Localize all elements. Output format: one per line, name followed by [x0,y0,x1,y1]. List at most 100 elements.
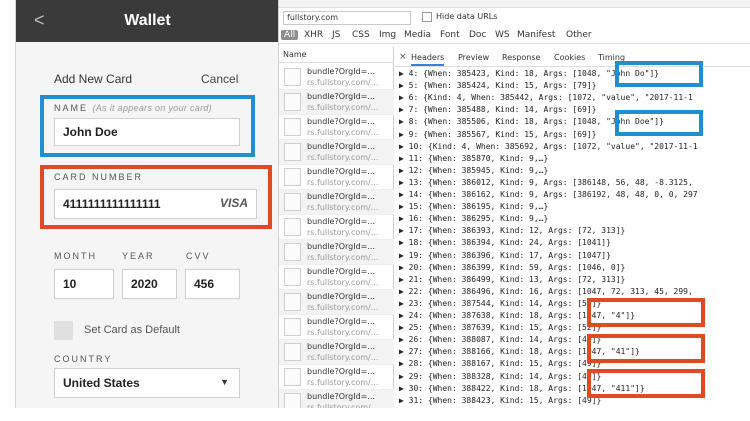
country-label: COUNTRY [54,354,113,364]
name-label: NAME (As it appears on your card) [54,103,212,113]
log-entry[interactable]: ▶ 31: {When: 388423, Kind: 15, Args: [49… [399,396,601,405]
log-entry[interactable]: ▶ 9: {When: 385567, Kind: 15, Args: [69]… [399,130,596,139]
log-entry[interactable]: ▶ 7: {When: 385488, Kind: 14, Args: [69]… [399,105,596,114]
type-xhr[interactable]: XHR [304,30,323,40]
log-entry[interactable]: ▶ 10: {Kind: 4, When: 385692, Args: [107… [399,142,698,151]
wallet-header: < Wallet [16,0,278,42]
log-entry[interactable]: ▶ 13: {When: 386012, Kind: 9, Args: [386… [399,178,693,187]
name-column-header[interactable]: Name [279,47,394,63]
close-icon[interactable]: × [399,52,407,62]
request-domain: rs.fullstory.com/... [307,278,379,287]
country-value: United States [63,376,140,390]
type-other[interactable]: Other [566,30,592,40]
file-icon [284,193,301,211]
log-entry[interactable]: ▶ 17: {When: 386393, Kind: 12, Args: [72… [399,226,625,235]
john-do-highlight [615,61,703,87]
year-field[interactable]: 2020 [122,269,177,299]
name-label-text: NAME [54,103,89,113]
name-field[interactable]: John Doe [54,118,240,146]
file-icon [284,368,301,386]
type-css[interactable]: CSS [352,30,370,40]
wallet-title: Wallet [124,12,171,29]
request-name: bundle?OrgId=... [307,167,375,176]
file-icon [284,168,301,186]
request-row[interactable]: bundle?OrgId=... rs.fullstory.com/... [279,115,394,140]
type-all[interactable]: All [281,30,299,40]
request-name: bundle?OrgId=... [307,342,375,351]
log-entry[interactable]: ▶ 16: {When: 386295, Kind: 9,…} [399,214,548,223]
request-row[interactable]: bundle?OrgId=... rs.fullstory.com/... [279,90,394,115]
john-doe-highlight [615,110,703,136]
type-manifest[interactable]: Manifest [517,30,555,40]
log-entry[interactable]: ▶ 5: {When: 385424, Kind: 15, Args: [79]… [399,81,596,90]
request-row[interactable]: bundle?OrgId=... rs.fullstory.com/... [279,390,394,408]
request-domain: rs.fullstory.com/... [307,128,379,137]
request-detail: × Headers Preview Response Cookies Timin… [395,47,750,408]
log-entry[interactable]: ▶ 18: {When: 386394, Kind: 24, Args: [10… [399,238,611,247]
type-img[interactable]: Img [379,30,396,40]
type-font[interactable]: Font [440,30,460,40]
log-entry[interactable]: ▶ 15: {When: 386195, Kind: 9,…} [399,202,548,211]
tab-response[interactable]: Response [502,53,540,62]
log-entry[interactable]: ▶ 23: {When: 387544, Kind: 14, Args: [52… [399,299,601,308]
tab-preview[interactable]: Preview [458,53,489,62]
type-media[interactable]: Media [404,30,431,40]
request-row[interactable]: bundle?OrgId=... rs.fullstory.com/... [279,240,394,265]
request-row[interactable]: bundle?OrgId=... rs.fullstory.com/... [279,165,394,190]
digit-4-highlight [587,298,705,327]
log-entry[interactable]: ▶ 6: {Kind: 4, When: 385442, Args: [1072… [399,93,693,102]
request-name: bundle?OrgId=... [307,292,375,301]
request-row[interactable]: bundle?OrgId=... rs.fullstory.com/... [279,265,394,290]
file-icon [284,318,301,336]
type-ws[interactable]: WS [495,30,510,40]
log-entry[interactable]: ▶ 12: {When: 385945, Kind: 9,…} [399,166,548,175]
request-row[interactable]: bundle?OrgId=... rs.fullstory.com/... [279,315,394,340]
file-icon [284,218,301,236]
month-field[interactable]: 10 [54,269,114,299]
file-icon [284,343,301,361]
filter-input[interactable]: fullstory.com [283,11,411,25]
request-row[interactable]: bundle?OrgId=... rs.fullstory.com/... [279,140,394,165]
request-domain: rs.fullstory.com/... [307,378,379,387]
default-card-checkbox[interactable] [54,321,73,340]
request-name: bundle?OrgId=... [307,192,375,201]
log-entry[interactable]: ▶ 21: {When: 386499, Kind: 13, Args: [72… [399,275,625,284]
request-domain: rs.fullstory.com/... [307,103,379,112]
card-number-field[interactable]: 4111111111111111 VISA [54,189,257,219]
request-name: bundle?OrgId=... [307,92,375,101]
year-label: YEAR [122,251,155,261]
wallet-panel: < Wallet Add New Card Cancel NAME (As it… [15,0,278,408]
request-row[interactable]: bundle?OrgId=... rs.fullstory.com/... [279,290,394,315]
request-row[interactable]: bundle?OrgId=... rs.fullstory.com/... [279,340,394,365]
log-entry[interactable]: ▶ 14: {When: 386162, Kind: 9, Args: [386… [399,190,698,199]
log-entry[interactable]: ▶ 11: {When: 385870, Kind: 9,…} [399,154,548,163]
log-entry[interactable]: ▶ 29: {When: 388328, Kind: 14, Args: [49… [399,372,601,381]
country-select[interactable]: United States ▼ [54,368,240,398]
cvv-field[interactable]: 456 [185,269,240,299]
log-entry[interactable]: ▶ 19: {When: 386396, Kind: 17, Args: [10… [399,251,611,260]
request-domain: rs.fullstory.com/... [307,353,379,362]
log-entry[interactable]: ▶ 25: {When: 387639, Kind: 15, Args: [52… [399,323,601,332]
type-js[interactable]: JS [332,30,340,40]
request-row[interactable]: bundle?OrgId=... rs.fullstory.com/... [279,190,394,215]
log-entry[interactable]: ▶ 20: {When: 386399, Kind: 59, Args: [10… [399,263,625,272]
file-icon [284,393,301,408]
digit-411-highlight [587,369,705,398]
request-name: bundle?OrgId=... [307,67,375,76]
request-name: bundle?OrgId=... [307,242,375,251]
cancel-button[interactable]: Cancel [201,72,238,86]
tab-cookies[interactable]: Cookies [554,53,585,62]
request-domain: rs.fullstory.com/... [307,253,379,262]
tab-headers[interactable]: Headers [411,53,445,66]
request-row[interactable]: bundle?OrgId=... rs.fullstory.com/... [279,215,394,240]
type-doc[interactable]: Doc [469,30,486,40]
request-domain: rs.fullstory.com/... [307,178,379,187]
log-entry[interactable]: ▶ 26: {When: 388087, Kind: 14, Args: [49… [399,335,601,344]
hide-data-urls-checkbox[interactable] [422,12,432,22]
request-row[interactable]: bundle?OrgId=... rs.fullstory.com/... [279,65,394,90]
resource-type-filter: All XHR JS CSS Img Media Font Doc WS Man… [279,28,750,44]
dropdown-arrow-icon: ▼ [220,377,229,387]
log-entry[interactable]: ▶ 28: {When: 388167, Kind: 15, Args: [49… [399,359,601,368]
request-row[interactable]: bundle?OrgId=... rs.fullstory.com/... [279,365,394,390]
log-entry[interactable]: ▶ 22: {When: 386496, Kind: 16, Args: [10… [399,287,693,296]
